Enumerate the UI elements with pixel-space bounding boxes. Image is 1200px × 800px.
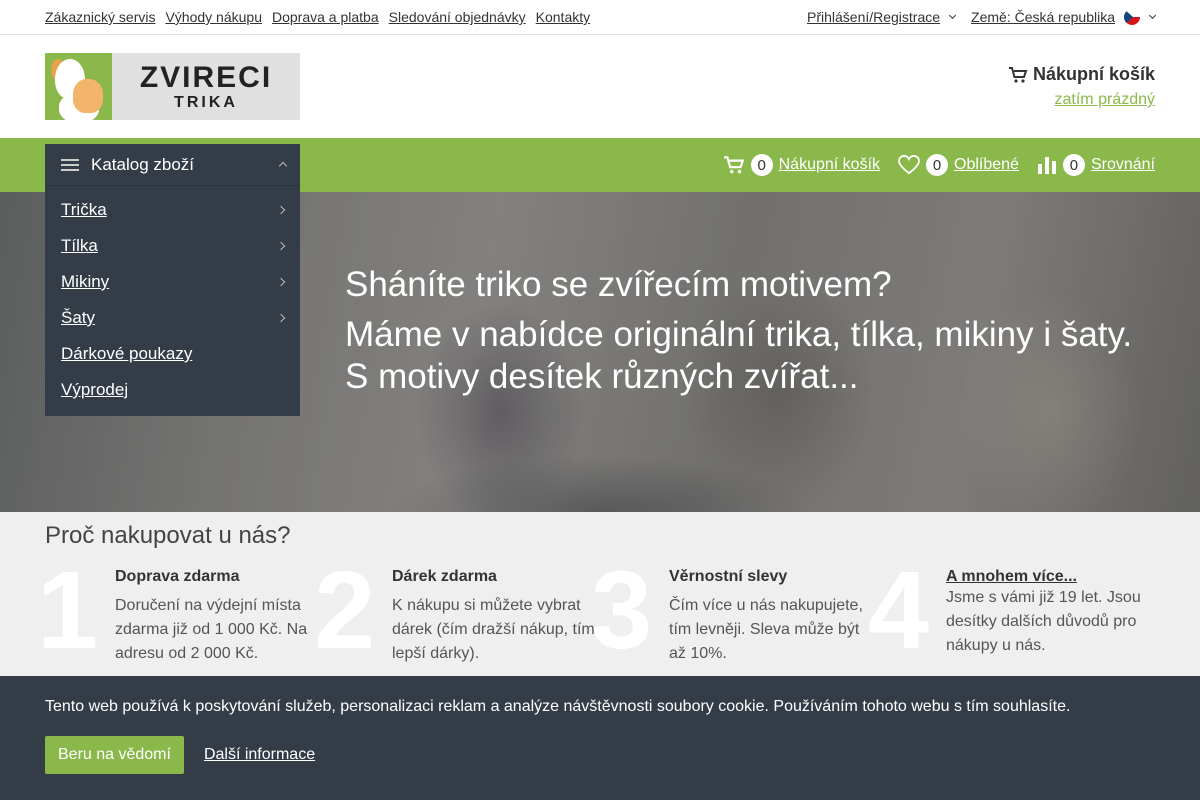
cart-count-badge: 0 (750, 154, 773, 176)
why-title: Proč nakupovat u nás? (45, 522, 291, 549)
benefit-number: 2 (314, 549, 376, 672)
benefit-item: 1 Doprava zdarma Doručení na výdejní mís… (37, 556, 322, 666)
nav-cart[interactable]: 0 Nákupní košík (723, 154, 880, 176)
nav-favorites-label[interactable]: Oblíbené (954, 156, 1019, 174)
benefit-text: Jsme s vámi již 19 let. Jsou desítky dal… (946, 589, 1141, 654)
catalog-toggle[interactable]: Katalog zboží (45, 144, 300, 186)
benefit-title: Dárek zdarma (392, 568, 497, 585)
menu-icon (61, 158, 79, 171)
catalog-list: Trička Tílka Mikiny Šaty Dárkové poukazy… (45, 186, 300, 416)
chevron-right-icon (276, 205, 286, 215)
nav-items: 0 Nákupní košík 0 Oblíbené 0 Srovnání (723, 154, 1155, 176)
login-dropdown[interactable]: Přihlášení/Registrace (806, 9, 957, 25)
catalog-item-sale[interactable]: Výprodej (45, 372, 300, 408)
header-cart-title: Nákupní košík (1008, 64, 1155, 85)
catalog-item-label[interactable]: Výprodej (61, 380, 128, 400)
logo-line1: ZVIRECI (139, 60, 273, 94)
heart-icon (898, 155, 920, 175)
logo-animals-icon (45, 53, 112, 120)
catalog-item-tshirts[interactable]: Trička (45, 192, 300, 228)
catalog-item-gift-vouchers[interactable]: Dárkové poukazy (45, 336, 300, 372)
link-shipping-payment[interactable]: Doprava a platba (272, 9, 379, 25)
catalog-item-label[interactable]: Trička (61, 200, 107, 220)
cookie-text: Tento web používá k poskytování služeb, … (45, 698, 1071, 715)
cookie-actions: Beru na vědomí Další informace (45, 736, 1155, 774)
logo[interactable]: ZVIRECI TRIKA (45, 53, 300, 120)
benefit-item: 3 Věrnostní slevy Čím více u nás nakupuj… (591, 556, 876, 666)
chevron-right-icon (276, 313, 286, 323)
benefit-item: 4 A mnohem více... Jsme s vámi již 19 le… (868, 556, 1153, 666)
benefit-text: Čím více u nás nakupujete, tím levněji. … (669, 597, 863, 662)
catalog-item-label[interactable]: Dárkové poukazy (61, 344, 192, 364)
top-right: Přihlášení/Registrace Země: Česká republ… (806, 9, 1157, 25)
benefit-number: 4 (868, 549, 930, 672)
header-cart-status[interactable]: zatím prázdný (1055, 91, 1155, 109)
nav-favorites[interactable]: 0 Oblíbené (898, 154, 1019, 176)
header: ZVIRECI TRIKA Nákupní košík zatím prázdn… (0, 35, 1200, 138)
catalog-menu: Katalog zboží Trička Tílka Mikiny Šaty D… (45, 144, 300, 416)
benefits-list: 1 Doprava zdarma Doručení na výdejní mís… (37, 556, 1155, 666)
chevron-right-icon (276, 277, 286, 287)
nav-compare[interactable]: 0 Srovnání (1037, 154, 1155, 176)
benefit-title: Doprava zdarma (115, 568, 240, 585)
benefit-item: 2 Dárek zdarma K nákupu si můžete vybrat… (314, 556, 599, 666)
benefit-number: 1 (37, 549, 99, 672)
hero-line1: Sháníte triko se zvířecím motivem? (345, 265, 892, 304)
login-label: Přihlášení/Registrace (806, 9, 941, 25)
benefit-title: Věrnostní slevy (669, 568, 788, 585)
catalog-title: Katalog zboží (91, 154, 195, 174)
flag-cz-icon (1124, 9, 1140, 25)
country-dropdown[interactable]: Země: Česká republika (971, 9, 1157, 25)
cart-icon (723, 156, 744, 174)
chevron-down-icon (1148, 11, 1157, 20)
catalog-item-label[interactable]: Mikiny (61, 272, 109, 292)
chevron-right-icon (276, 241, 286, 251)
compare-count-badge: 0 (1062, 154, 1085, 176)
top-links: Zákaznický servis Výhody nákupu Doprava … (45, 9, 590, 25)
cookie-accept-button[interactable]: Beru na vědomí (45, 736, 184, 774)
catalog-item-dresses[interactable]: Šaty (45, 300, 300, 336)
chevron-up-icon (278, 161, 288, 171)
chevron-down-icon (949, 11, 957, 20)
chart-icon (1037, 157, 1056, 174)
catalog-item-label[interactable]: Šaty (61, 308, 95, 328)
nav-compare-label[interactable]: Srovnání (1091, 156, 1155, 174)
benefit-text: Doručení na výdejní místa zdarma již od … (115, 597, 308, 662)
catalog-item-label[interactable]: Tílka (61, 236, 98, 256)
link-order-tracking[interactable]: Sledování objednávky (389, 9, 526, 25)
cart-icon (1008, 66, 1028, 83)
link-shopping-benefits[interactable]: Výhody nákupu (165, 9, 262, 25)
catalog-item-hoodies[interactable]: Mikiny (45, 264, 300, 300)
country-label: Země: Česká republika (971, 9, 1115, 25)
hero-line3: S motivy desítek různých zvířat... (345, 357, 859, 396)
favorites-count-badge: 0 (926, 154, 949, 176)
nav-cart-label[interactable]: Nákupní košík (779, 156, 880, 174)
benefit-number: 3 (591, 549, 653, 672)
logo-line2: TRIKA (174, 93, 238, 111)
header-cart-label: Nákupní košík (1032, 64, 1155, 84)
hero-line2: Máme v nabídce originální trika, tílka, … (345, 315, 1133, 354)
top-bar: Zákaznický servis Výhody nákupu Doprava … (0, 0, 1200, 35)
logo-text: ZVIRECI TRIKA (112, 53, 300, 120)
link-customer-service[interactable]: Zákaznický servis (45, 9, 155, 25)
benefit-text: K nákupu si můžete vybrat dárek (čím dra… (392, 597, 595, 662)
header-cart[interactable]: Nákupní košík zatím prázdný (1008, 64, 1155, 109)
benefit-more-link[interactable]: A mnohem více... (946, 568, 1077, 585)
cookie-bar: Tento web používá k poskytování služeb, … (0, 676, 1200, 800)
link-contacts[interactable]: Kontakty (536, 9, 590, 25)
hero-text: Sháníte triko se zvířecím motivem? Máme … (345, 264, 1132, 398)
catalog-item-tanks[interactable]: Tílka (45, 228, 300, 264)
cookie-more-link[interactable]: Další informace (204, 746, 315, 764)
